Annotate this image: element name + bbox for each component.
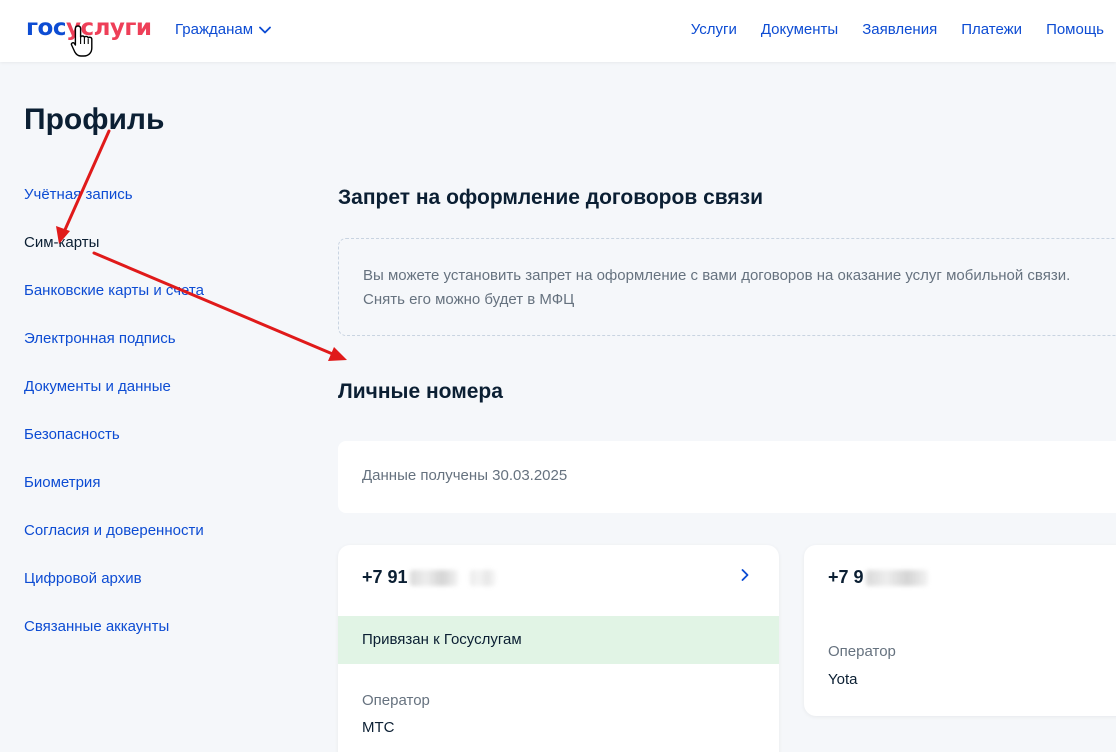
page-title: Профиль [24,103,165,136]
sidebar-item-e-signature[interactable]: Электронная подпись [24,330,204,378]
data-received-text: Данные получены 30.03.2025 [362,467,568,484]
data-received-box: Данные получены 30.03.2025 [338,441,1116,513]
sidebar-item-consents[interactable]: Согласия и доверенности [24,522,204,570]
top-header: госуслуги Гражданам Услуги Документы Зая… [0,0,1116,62]
sidebar-item-biometrics[interactable]: Биометрия [24,474,204,522]
phone-card[interactable]: +7 91 Привязан к Госуслугам Оператор МТС [338,545,779,752]
nav-help[interactable]: Помощь [1046,21,1104,38]
linked-status-text: Привязан к Госуслугам [362,631,522,648]
ban-info-box: Вы можете установить запрет на оформлени… [338,238,1116,336]
sidebar-item-account[interactable]: Учётная запись [24,186,204,234]
sidebar-item-documents[interactable]: Документы и данные [24,378,204,426]
phone-number-redacted [409,569,458,586]
nav-documents[interactable]: Документы [761,21,838,38]
logo-part-gos: гос [26,15,66,41]
phone-number-redacted [865,569,928,586]
hand-cursor-icon [70,25,93,57]
operator-label: Оператор [362,692,430,709]
profile-sidebar: Учётная запись Сим-карты Банковские карт… [24,186,204,666]
phone-number-visible: +7 91 [362,567,408,587]
role-select-label: Гражданам [175,21,254,38]
phone-number-redacted [469,569,496,586]
sidebar-item-digital-archive[interactable]: Цифровой архив [24,570,204,618]
nav-services[interactable]: Услуги [691,21,737,38]
sidebar-item-linked-accounts[interactable]: Связанные аккаунты [24,618,204,666]
nav-payments[interactable]: Платежи [961,21,1022,38]
personal-numbers-title: Личные номера [338,380,503,403]
ban-section-title: Запрет на оформление договоров связи [338,186,763,209]
operator-value: МТС [362,719,395,736]
chevron-right-icon[interactable] [741,569,749,581]
phone-number: +7 9 [828,567,928,588]
main-nav: Услуги Документы Заявления Платежи Помощ… [691,21,1104,38]
chevron-down-icon [259,26,271,33]
sidebar-item-security[interactable]: Безопасность [24,426,204,474]
ban-info-text-line1: Вы можете установить запрет на оформлени… [363,267,1071,284]
sidebar-item-bank-cards[interactable]: Банковские карты и счета [24,282,204,330]
role-select[interactable]: Гражданам [175,21,271,38]
sidebar-item-sim-cards[interactable]: Сим-карты [24,234,204,282]
ban-info-text-line2: Снять его можно будет в МФЦ [363,291,575,308]
operator-value: Yota [828,671,858,688]
operator-label: Оператор [828,643,896,660]
nav-applications[interactable]: Заявления [862,21,937,38]
linked-status-badge: Привязан к Госуслугам [338,616,779,664]
phone-number-visible: +7 9 [828,567,864,587]
phone-card[interactable]: +7 9 Оператор Yota [804,545,1116,716]
phone-number: +7 91 [362,567,496,588]
